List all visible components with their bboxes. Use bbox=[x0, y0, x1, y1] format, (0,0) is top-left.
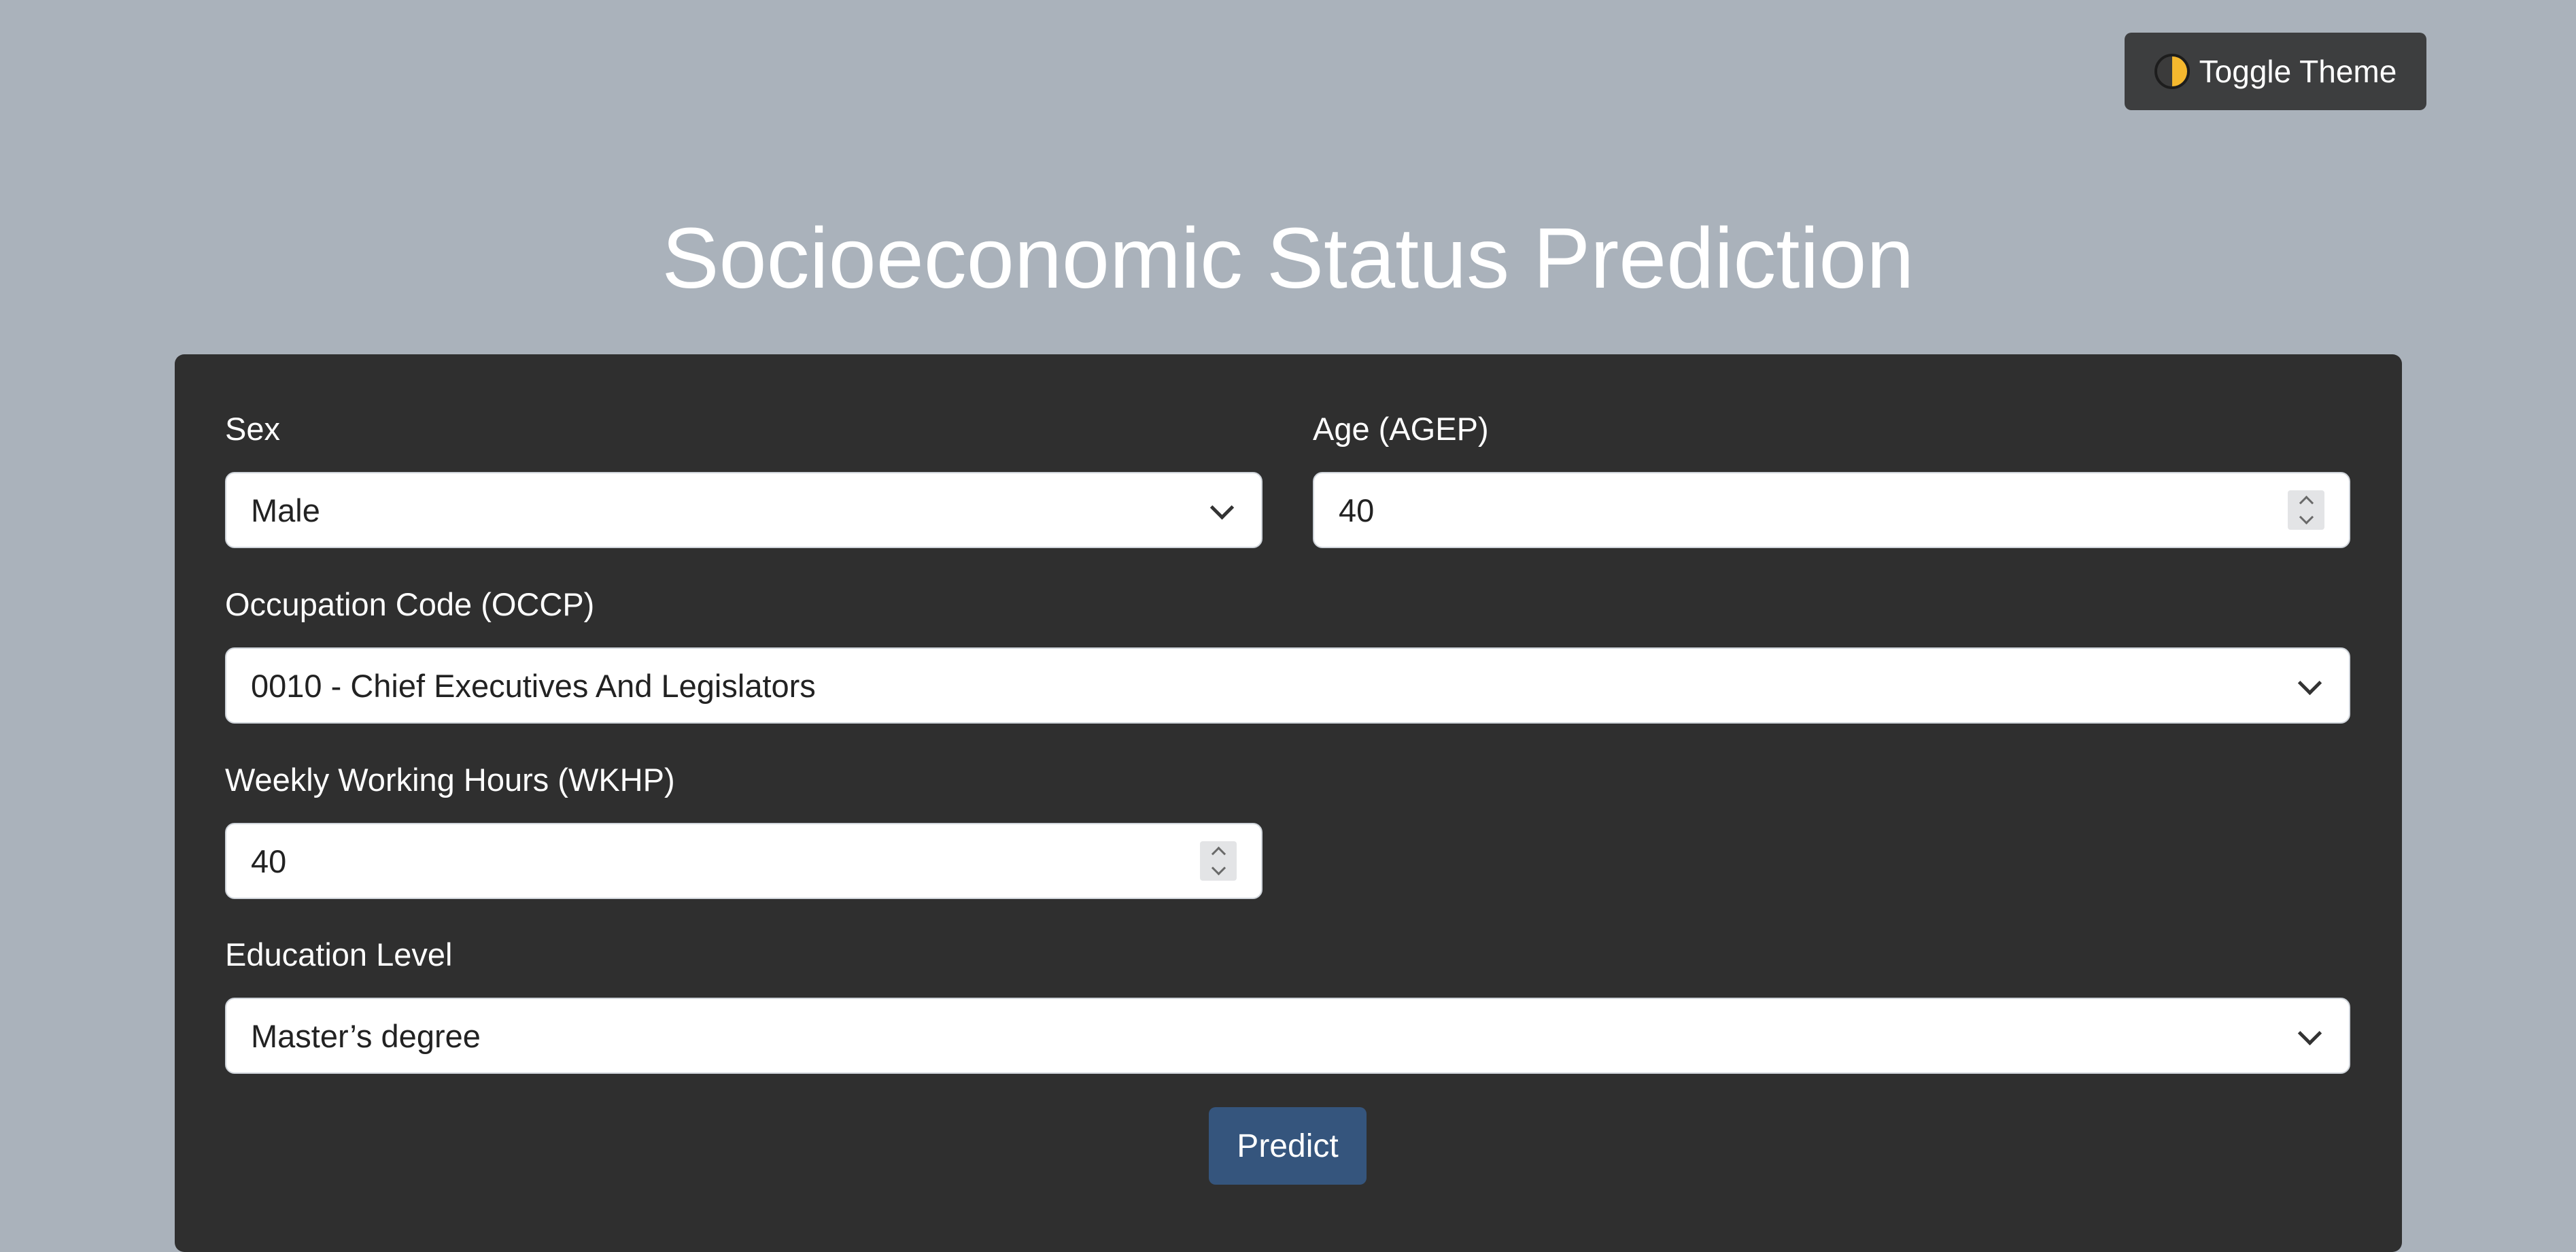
hours-label: Weekly Working Hours (WKHP) bbox=[225, 762, 675, 798]
occupation-select-value: 0010 - Chief Executives And Legislators bbox=[251, 667, 816, 704]
education-select[interactable]: Master’s degree bbox=[225, 998, 2350, 1074]
chevron-down-icon bbox=[1211, 501, 1230, 520]
toggle-theme-button[interactable]: Toggle Theme bbox=[2125, 33, 2426, 110]
occupation-select[interactable]: 0010 - Chief Executives And Legislators bbox=[225, 647, 2350, 724]
page-title: Socioeconomic Status Prediction bbox=[662, 210, 1914, 306]
occupation-label: Occupation Code (OCCP) bbox=[225, 586, 595, 622]
hours-input[interactable]: 40 bbox=[225, 823, 1263, 899]
hours-stepper[interactable] bbox=[1200, 841, 1237, 881]
stepper-up-icon[interactable] bbox=[1211, 846, 1226, 862]
age-stepper[interactable] bbox=[2288, 490, 2324, 530]
toggle-theme-label: Toggle Theme bbox=[2199, 54, 2397, 89]
stepper-up-icon[interactable] bbox=[2299, 495, 2314, 511]
chevron-down-icon bbox=[2299, 1026, 2318, 1045]
sex-label: Sex bbox=[225, 411, 280, 447]
age-input-value: 40 bbox=[1339, 492, 1375, 528]
chevron-down-icon bbox=[2299, 676, 2318, 695]
education-select-value: Master’s degree bbox=[251, 1017, 481, 1054]
age-input[interactable]: 40 bbox=[1313, 472, 2350, 548]
hours-input-value: 40 bbox=[251, 843, 287, 879]
education-label: Education Level bbox=[225, 936, 453, 972]
stepper-down-icon[interactable] bbox=[2299, 509, 2314, 525]
half-moon-theme-icon bbox=[2154, 54, 2190, 89]
age-label: Age (AGEP) bbox=[1313, 411, 1489, 447]
sex-select-value: Male bbox=[251, 492, 320, 528]
sex-select[interactable]: Male bbox=[225, 472, 1263, 548]
predict-button[interactable]: Predict bbox=[1209, 1107, 1367, 1185]
prediction-form-card: Sex Male Age (AGEP) 40 Occupation Code (… bbox=[175, 354, 2402, 1252]
stepper-down-icon[interactable] bbox=[1211, 860, 1226, 876]
